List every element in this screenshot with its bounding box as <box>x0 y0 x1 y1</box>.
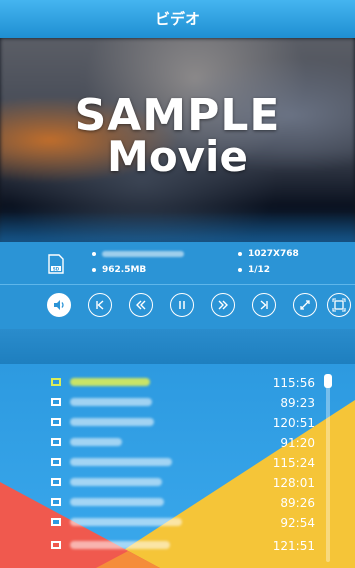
item-duration: 89:23 <box>280 396 315 410</box>
video-file-icon <box>51 498 61 506</box>
scrollbar[interactable] <box>326 376 330 562</box>
info-bar: SD 962.5MB 1027X768 1/12 <box>0 242 355 284</box>
sample-line-2: Movie <box>107 132 248 181</box>
video-file-icon <box>51 438 61 446</box>
item-duration: 115:24 <box>272 456 315 470</box>
title-bar: ビデオ <box>0 0 355 39</box>
item-title <box>70 478 162 486</box>
item-duration: 92:54 <box>280 516 315 530</box>
playlist-item[interactable]: 121:51 <box>0 536 355 556</box>
item-duration: 120:51 <box>272 416 315 430</box>
item-title <box>70 498 164 506</box>
skip-next-icon <box>260 300 268 310</box>
file-size: 962.5MB <box>92 265 146 275</box>
item-duration: 128:01 <box>272 476 315 490</box>
svg-text:SD: SD <box>53 266 60 271</box>
expand-icon <box>300 300 310 310</box>
video-file-icon <box>51 378 61 386</box>
item-title <box>70 518 182 526</box>
playlist-item[interactable]: 92:54 <box>0 513 355 533</box>
fast-forward-button[interactable] <box>211 293 235 317</box>
item-title <box>70 438 122 446</box>
rewind-button[interactable] <box>129 293 153 317</box>
resolution: 1027X768 <box>238 249 299 259</box>
playlist-item[interactable]: 115:24 <box>0 453 355 473</box>
playlist-item[interactable]: 120:51 <box>0 413 355 433</box>
video-file-icon <box>51 418 61 426</box>
item-duration: 121:51 <box>272 539 315 553</box>
page-title: ビデオ <box>154 10 200 28</box>
playback-controls <box>0 284 355 330</box>
video-player-screen: ビデオ SAMPLE Movie SD 962.5MB 1027X768 1/1… <box>0 0 355 568</box>
item-title <box>70 541 170 549</box>
sd-card-icon: SD <box>48 254 64 274</box>
aspect-ratio-icon <box>332 298 346 312</box>
video-file-icon <box>51 518 61 526</box>
item-title <box>70 418 154 426</box>
volume-icon <box>54 300 64 310</box>
playlist-item[interactable]: 91:20 <box>0 433 355 453</box>
video-preview[interactable]: SAMPLE Movie <box>0 38 355 242</box>
separator-strip <box>0 329 355 364</box>
item-title <box>70 458 172 466</box>
playlist-item[interactable]: 115:56 <box>0 373 355 393</box>
scrollbar-thumb[interactable] <box>324 374 332 388</box>
volume-button[interactable] <box>47 293 71 317</box>
item-duration: 115:56 <box>272 376 315 390</box>
playlist: 115:56 89:23 120:51 91:20 115:24 128:01 … <box>0 364 355 568</box>
item-duration: 89:26 <box>280 496 315 510</box>
pause-icon <box>179 301 185 309</box>
track-position: 1/12 <box>238 265 270 275</box>
video-file-icon <box>51 541 61 549</box>
aspect-button[interactable] <box>327 293 351 317</box>
video-file-icon <box>51 458 61 466</box>
video-file-icon <box>51 478 61 486</box>
fast-forward-icon <box>218 300 228 310</box>
item-title <box>70 398 152 406</box>
rewind-icon <box>136 300 146 310</box>
next-button[interactable] <box>252 293 276 317</box>
pause-button[interactable] <box>170 293 194 317</box>
fullscreen-button[interactable] <box>293 293 317 317</box>
item-title <box>70 378 150 386</box>
item-duration: 91:20 <box>280 436 315 450</box>
file-name <box>92 249 184 259</box>
video-file-icon <box>51 398 61 406</box>
previous-button[interactable] <box>88 293 112 317</box>
skip-previous-icon <box>96 300 104 310</box>
playlist-item[interactable]: 128:01 <box>0 473 355 493</box>
playlist-item[interactable]: 89:26 <box>0 493 355 513</box>
playlist-item[interactable]: 89:23 <box>0 393 355 413</box>
